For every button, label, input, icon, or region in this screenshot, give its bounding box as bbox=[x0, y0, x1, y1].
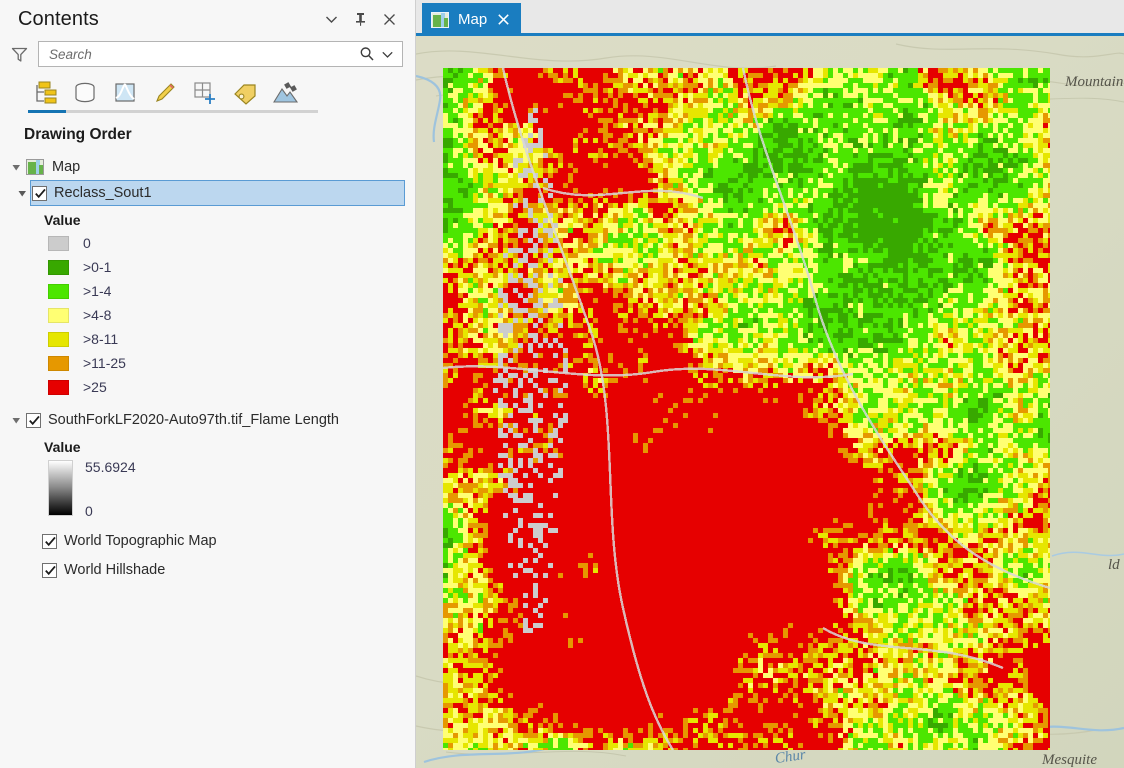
legend-value-header: Value bbox=[44, 439, 81, 455]
color-ramp-legend: 55.6924 0 bbox=[0, 458, 415, 518]
drawing-order-label: Drawing Order bbox=[24, 126, 132, 143]
toc-layer-world-hillshade[interactable]: World Hillshade bbox=[0, 557, 415, 583]
pencil-icon[interactable] bbox=[148, 77, 181, 110]
legend-row: 0 bbox=[0, 231, 415, 255]
ramp-labels: 55.6924 0 bbox=[85, 460, 136, 518]
chevron-down-icon[interactable] bbox=[379, 46, 396, 63]
drawing-order-icon[interactable] bbox=[28, 77, 61, 110]
arcgis-pro-window: Contents Search Drawing Order Map Reclas… bbox=[0, 0, 1124, 768]
map-label: ld bbox=[1108, 557, 1120, 573]
close-icon[interactable] bbox=[496, 12, 511, 27]
legend-row: >1-4 bbox=[0, 279, 415, 303]
legend-label: >4-8 bbox=[83, 307, 112, 323]
gradient-ramp bbox=[48, 460, 73, 516]
tab-label: Map bbox=[458, 11, 488, 28]
grid-plus-icon[interactable] bbox=[188, 77, 221, 110]
contents-toolbar bbox=[0, 70, 415, 116]
legend-swatch bbox=[48, 235, 69, 251]
toc-layer-reclass-sout1[interactable]: Reclass_Sout1 bbox=[18, 180, 405, 206]
funnel-icon[interactable] bbox=[8, 44, 30, 64]
map-thumbnail-icon bbox=[26, 159, 44, 175]
layer-visibility-checkbox[interactable] bbox=[42, 562, 57, 578]
legend-value-header: Value bbox=[44, 212, 81, 228]
map-label: Mesquite bbox=[1042, 752, 1097, 768]
toc-layer-world-topographic-map[interactable]: World Topographic Map bbox=[0, 528, 415, 554]
expand-triangle-icon[interactable] bbox=[12, 416, 21, 425]
tab-map[interactable]: Map bbox=[422, 3, 522, 36]
legend-row: >8-11 bbox=[0, 327, 415, 351]
legend-label: >1-4 bbox=[83, 283, 112, 299]
legend-label: >25 bbox=[83, 379, 107, 395]
panel-title: Contents bbox=[18, 7, 99, 30]
panel-header-buttons bbox=[323, 11, 405, 27]
layer-name: Reclass_Sout1 bbox=[54, 185, 152, 201]
contents-panel-header: Contents bbox=[0, 0, 415, 38]
layer-visibility-checkbox[interactable] bbox=[32, 185, 47, 201]
map-tab-strip: Map bbox=[416, 0, 1124, 36]
search-box[interactable] bbox=[38, 41, 403, 67]
map-thumbnail-icon bbox=[431, 11, 449, 28]
legend-swatch bbox=[48, 307, 69, 323]
legend-swatch bbox=[48, 379, 69, 395]
map-label: Mountain bbox=[1065, 74, 1124, 90]
legend-row: >4-8 bbox=[0, 303, 415, 327]
tag-icon[interactable] bbox=[228, 77, 261, 110]
expand-triangle-icon[interactable] bbox=[12, 163, 21, 172]
ramp-max-label: 55.6924 bbox=[85, 459, 136, 475]
legend-row: >0-1 bbox=[0, 255, 415, 279]
pin-icon[interactable] bbox=[352, 11, 368, 27]
layer-name: SouthForkLF2020-Auto97th.tif_Flame Lengt… bbox=[48, 412, 339, 428]
search-input[interactable] bbox=[49, 46, 354, 62]
expand-triangle-icon[interactable] bbox=[18, 189, 27, 198]
imagery-icon[interactable] bbox=[268, 77, 301, 110]
magnifier-icon[interactable] bbox=[358, 46, 375, 63]
legend-swatch bbox=[48, 355, 69, 371]
menu-chevron-icon[interactable] bbox=[323, 11, 339, 27]
ramp-min-label: 0 bbox=[85, 503, 93, 519]
layer-visibility-checkbox[interactable] bbox=[42, 533, 57, 549]
table-of-contents: Map Reclass_Sout1 Value 0 >0-1 >1-4 >4-8… bbox=[0, 152, 415, 768]
toc-layer-flame-length[interactable]: SouthForkLF2020-Auto97th.tif_Flame Lengt… bbox=[0, 407, 415, 433]
selection-icon[interactable] bbox=[108, 77, 141, 110]
legend-swatch bbox=[48, 331, 69, 347]
legend-label: >0-1 bbox=[83, 259, 112, 275]
legend-label: 0 bbox=[83, 235, 91, 251]
legend-label: >11-25 bbox=[83, 355, 126, 371]
raster-overlay-reclass-sout1 bbox=[443, 68, 1050, 750]
legend-swatch bbox=[48, 259, 69, 275]
legend-swatch bbox=[48, 283, 69, 299]
legend-row: >11-25 bbox=[0, 351, 415, 375]
toc-map-node[interactable]: Map bbox=[0, 154, 415, 180]
toc-map-label: Map bbox=[52, 159, 81, 175]
search-row bbox=[0, 38, 415, 70]
toolbar-active-indicator bbox=[28, 110, 318, 113]
contents-panel: Contents Search Drawing Order Map Reclas… bbox=[0, 0, 416, 768]
map-canvas[interactable]: Mountain ld Chur Mesquite bbox=[416, 36, 1124, 768]
layer-name: World Topographic Map bbox=[64, 533, 217, 549]
legend-label: >8-11 bbox=[83, 331, 119, 347]
layer-name: World Hillshade bbox=[64, 562, 166, 578]
database-cylinder-icon[interactable] bbox=[68, 77, 101, 110]
map-area: Map Mountain ld Chur Mesquite bbox=[416, 0, 1124, 768]
close-icon[interactable] bbox=[381, 11, 397, 27]
legend-row: >25 bbox=[0, 375, 415, 399]
layer-visibility-checkbox[interactable] bbox=[26, 412, 41, 428]
